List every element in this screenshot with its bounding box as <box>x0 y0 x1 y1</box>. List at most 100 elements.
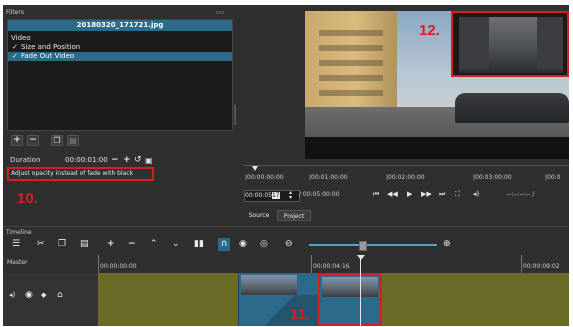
filter-buttons: + − ❐ ▤ <box>11 135 101 147</box>
total-duration: / 00:05:00:00 <box>299 191 340 198</box>
annotation-11: 11. <box>290 306 311 323</box>
timeline-panel-title: Timeline <box>6 229 32 236</box>
clip-thumbnail <box>241 275 297 295</box>
ruler-tick: |00:03:00:00 <box>473 174 512 181</box>
paste-icon: ▤ <box>69 136 77 145</box>
master-track-label: Master <box>7 259 28 266</box>
filters-panel-title: Filters <box>6 9 24 16</box>
scrub-icon[interactable]: ◉ <box>239 240 247 249</box>
fast-forward-icon[interactable]: ▶▶ <box>421 190 432 199</box>
timeline-toolbar: ☰ ✂ ❐ ▤ + − ⌃ ⌄ ▮▮ ∩ ◉ ◎ ⊖ ⊕ <box>3 238 569 252</box>
playhead-marker-icon[interactable] <box>252 166 258 171</box>
duration-label: Duration <box>10 156 41 164</box>
ruler-line <box>98 255 99 273</box>
copy-icon[interactable]: ❐ <box>58 240 66 249</box>
eye-icon[interactable]: ◉ <box>25 291 33 300</box>
zoom-slider[interactable] <box>309 244 437 246</box>
preview-windows <box>319 21 383 101</box>
panel-float-close-icon[interactable]: ▫▫ <box>216 9 224 17</box>
undo-icon[interactable]: ↺ <box>134 156 142 165</box>
duration-field[interactable]: 00:00:01:00 <box>65 156 108 165</box>
timecode-spinner-icon[interactable]: ▴ ▾ <box>289 190 292 201</box>
filters-scrollbar[interactable] <box>234 105 236 125</box>
scrub-ruler[interactable]: |00:00:00:00 |00:01:00:00 |00:02:00:00 |… <box>243 165 569 186</box>
lift-icon[interactable]: ⌃ <box>150 240 158 249</box>
annotation-12: 12. <box>419 22 440 39</box>
minus-icon[interactable]: − <box>111 156 119 165</box>
clip-name-header: 20180320_171721.jpg <box>8 20 232 31</box>
annotation-10: 10. <box>17 190 38 207</box>
clip-thumbnail <box>322 277 378 297</box>
ruler-tick: |00:01:00:00 <box>309 174 348 181</box>
position-value: 00:00:05 <box>245 192 272 199</box>
ruler-tick: 00:00:09:02 <box>523 263 560 270</box>
ruler-tick: 00:00:04:16 <box>313 263 350 270</box>
paste-icon[interactable]: ▤ <box>80 240 89 249</box>
filter-group-label: Video <box>11 34 31 42</box>
video-track[interactable]: 11. <box>98 273 569 326</box>
zoom-in-icon[interactable]: ⊕ <box>443 240 451 249</box>
clip-2-highlight[interactable] <box>318 273 382 326</box>
filters-list: 20180320_171721.jpg Video ✓ Size and Pos… <box>7 19 233 131</box>
lock-icon[interactable]: ⌂ <box>57 291 63 300</box>
filter-item-size-position[interactable]: ✓ Size and Position <box>8 43 232 52</box>
skip-to-end-icon[interactable]: ⏭ <box>439 190 445 199</box>
timeline-ruler[interactable]: 00:00:00:00 00:00:04:16 00:00:09:02 <box>98 255 569 273</box>
frame-value: 17 <box>271 192 280 199</box>
checkmark-icon[interactable]: ✓ <box>12 43 18 52</box>
preview-dashboard <box>305 137 569 159</box>
mute-icon[interactable]: ◂) <box>9 291 15 300</box>
preview-cars <box>455 93 569 123</box>
video-preview: 12. <box>305 11 569 159</box>
ripple-icon[interactable]: ◎ <box>260 240 268 249</box>
rewind-icon[interactable]: ◀◀ <box>387 190 398 199</box>
tab-source[interactable]: Source <box>244 210 274 221</box>
minus-icon: − <box>29 135 37 145</box>
append-icon[interactable]: + <box>107 240 115 249</box>
copy-icon: ❐ <box>53 136 61 145</box>
skip-to-start-icon[interactable]: ⏮ <box>373 190 379 199</box>
filter-item-fade-out-video[interactable]: ✓ Fade Out Video <box>8 52 232 61</box>
snap-icon[interactable]: ∩ <box>218 238 230 251</box>
playhead-marker-icon[interactable] <box>357 255 365 260</box>
timeline-playhead[interactable] <box>360 255 361 326</box>
track-headers: Master ◂) ◉ ◆ ⌂ <box>3 255 98 326</box>
zoom-out-icon[interactable]: ⊖ <box>285 240 293 249</box>
filter-item-label: Fade Out Video <box>21 52 75 60</box>
checkmark-icon[interactable]: ✓ <box>12 52 18 61</box>
tab-project[interactable]: Project <box>277 210 311 221</box>
plus-icon: + <box>13 135 21 145</box>
pip-building <box>537 17 563 69</box>
shotcut-window: Filters ▫▫ 20180320_171721.jpg Video ✓ S… <box>3 5 569 326</box>
ruler-tick: |00:02:00:00 <box>386 174 425 181</box>
video-track-header: ◂) ◉ ◆ ⌂ <box>3 273 98 326</box>
ruler-line <box>311 255 312 273</box>
add-filter-button[interactable]: + <box>11 135 23 146</box>
remove-icon[interactable]: − <box>128 240 136 249</box>
menu-icon[interactable]: ☰ <box>12 240 20 249</box>
timeline-divider <box>3 226 569 227</box>
paste-filters-button[interactable]: ▤ <box>67 135 79 146</box>
ruler-tick: |00:0 <box>545 174 561 181</box>
copy-filters-button[interactable]: ❐ <box>51 135 63 146</box>
pip-building <box>459 17 489 69</box>
keyframe-icon[interactable]: ▣ <box>145 156 153 165</box>
pip-overlay-frame <box>451 11 569 77</box>
adjust-opacity-checkbox[interactable]: Adjust opacity instead of fade with blac… <box>11 170 133 178</box>
zoom-slider-handle[interactable] <box>359 241 367 251</box>
play-icon[interactable]: ▶ <box>407 190 412 199</box>
volume-icon[interactable]: ◂) <box>473 190 479 199</box>
plus-icon[interactable]: + <box>123 156 131 165</box>
filters-panel: Filters ▫▫ 20180320_171721.jpg Video ✓ S… <box>3 5 236 223</box>
remove-filter-button[interactable]: − <box>27 135 39 146</box>
composite-icon[interactable]: ◆ <box>41 291 46 300</box>
in-out-display: --:--:--:-- / <box>507 191 535 198</box>
cut-icon[interactable]: ✂ <box>37 240 45 249</box>
transport-controls: ⏮ ◀◀ ▶ ▶▶ ⏭ ⛶ ◂) <box>373 190 503 200</box>
split-icon[interactable]: ▮▮ <box>194 240 204 249</box>
ruler-line <box>521 255 522 273</box>
ruler-tick: |00:00:00:00 <box>245 174 284 181</box>
zoom-icon[interactable]: ⛶ <box>455 190 460 199</box>
ruler-tick: 00:00:00:00 <box>100 263 137 270</box>
overwrite-icon[interactable]: ⌄ <box>172 240 180 249</box>
